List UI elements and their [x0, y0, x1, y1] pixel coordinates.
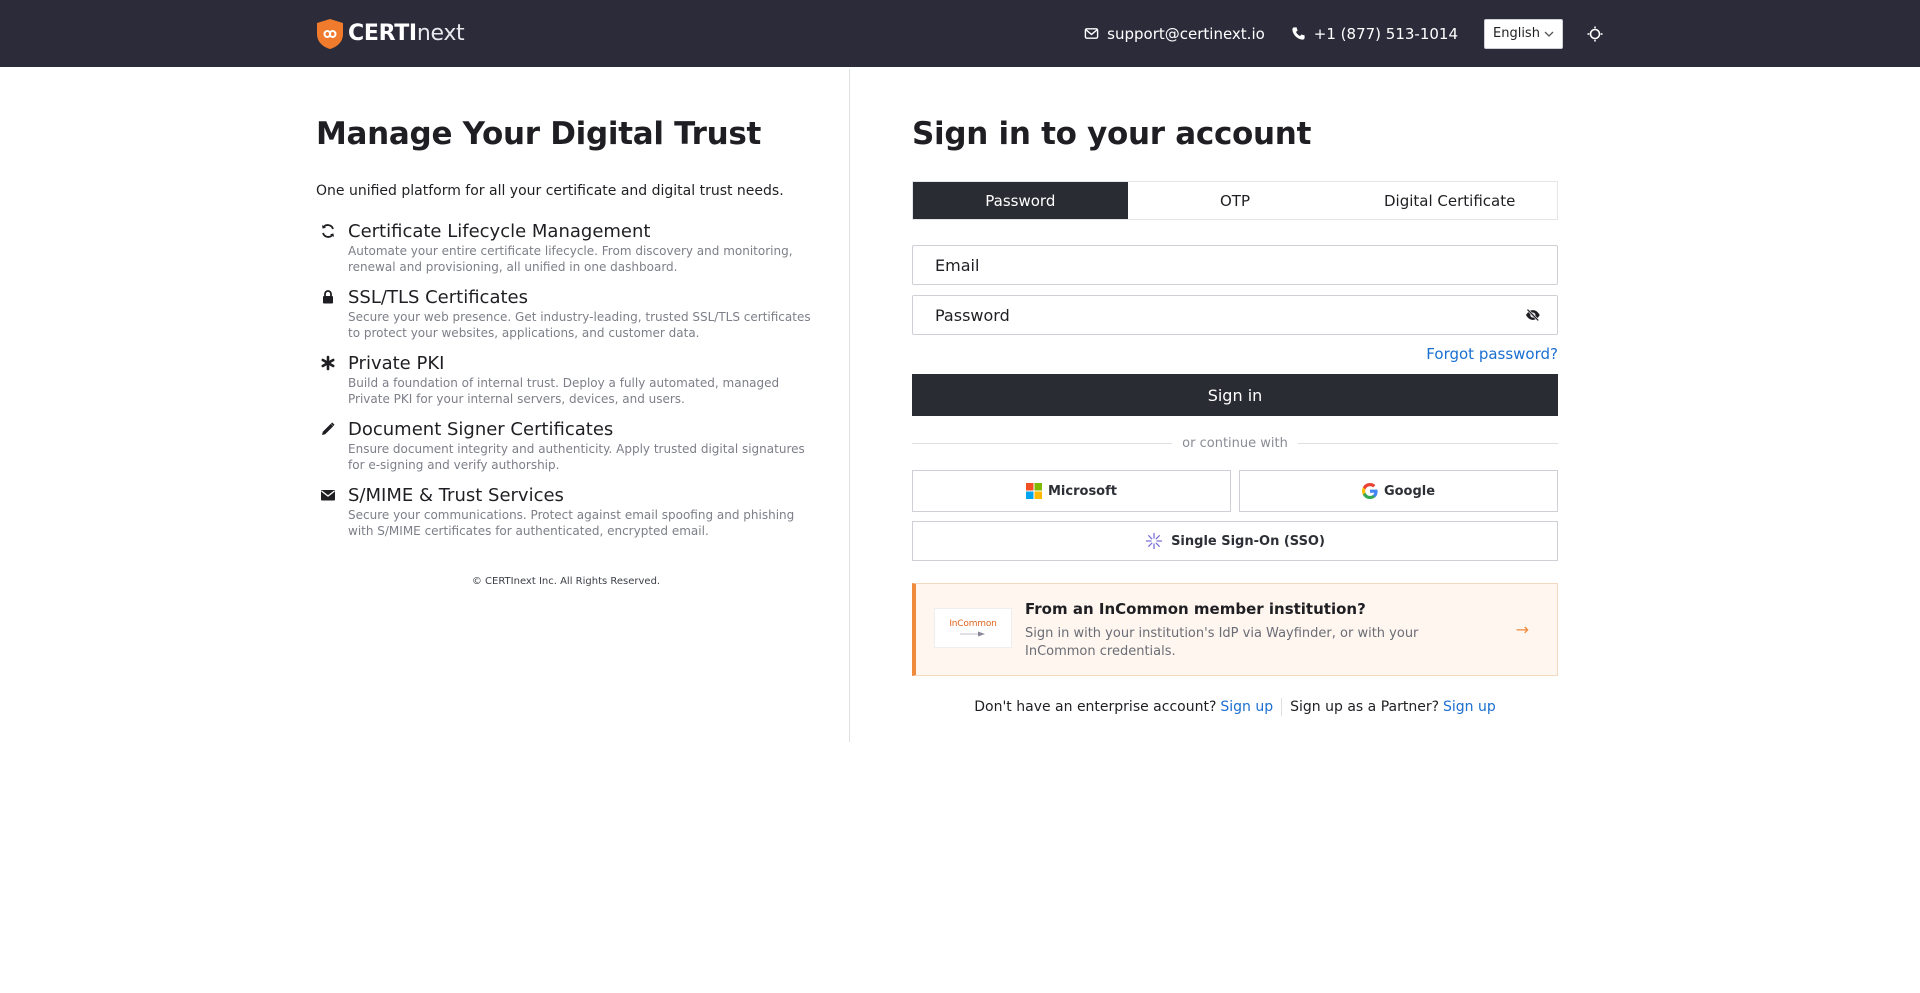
google-label: Google: [1383, 483, 1436, 499]
feature-title: Document Signer Certificates: [348, 419, 614, 440]
google-icon: [1361, 483, 1378, 499]
partner-signup-text: Sign up as a Partner?: [1290, 699, 1439, 715]
incommon-logo-text: InCommon: [949, 619, 997, 629]
sun-icon: [1587, 26, 1603, 41]
feature-item: Document Signer Certificates Ensure docu…: [316, 419, 816, 485]
header-inner: CERTInext support@certinext.io +1 (877) …: [316, 0, 1604, 67]
theme-toggle-button[interactable]: [1586, 25, 1604, 43]
tab-otp[interactable]: OTP: [1128, 182, 1343, 219]
brand-name-bold: CERTI: [348, 21, 417, 46]
brand-name-light: next: [416, 21, 465, 46]
partner-signup-link[interactable]: Sign up: [1443, 699, 1496, 715]
eye-slash-icon[interactable]: [1525, 307, 1541, 323]
tab-password[interactable]: Password: [913, 182, 1128, 219]
marketing-title: Manage Your Digital Trust: [316, 116, 762, 152]
language-select[interactable]: English: [1484, 18, 1563, 49]
support-phone-text: +1 (877) 513-1014: [1313, 24, 1458, 43]
arrow-right-icon: →: [1515, 620, 1529, 639]
incommon-title: From an InCommon member institution?: [1025, 600, 1366, 618]
enterprise-signup-link[interactable]: Sign up: [1220, 699, 1273, 715]
password-input[interactable]: [935, 305, 1526, 325]
pencil-icon: [322, 422, 335, 435]
microsoft-label: Microsoft: [1048, 483, 1117, 499]
email-field: [912, 245, 1558, 285]
microsoft-icon: [1026, 483, 1042, 499]
incommon-desc: Sign in with your institution's IdP via …: [1025, 626, 1419, 659]
feature-desc: Secure your communications. Protect agai…: [348, 508, 795, 538]
feature-title: Certificate Lifecycle Management: [348, 221, 651, 242]
feature-item: Private PKI Build a foundation of intern…: [316, 353, 816, 419]
microsoft-signin-button[interactable]: Microsoft: [912, 470, 1231, 512]
phone-icon: [1292, 27, 1305, 40]
language-value: English: [1493, 26, 1540, 41]
google-signin-button[interactable]: Google: [1239, 470, 1558, 512]
feature-item: Certificate Lifecycle Management Automat…: [316, 221, 816, 287]
or-divider: or continue with: [912, 435, 1559, 451]
feature-item: S/MIME & Trust Services Secure your comm…: [316, 485, 816, 551]
support-email-link[interactable]: support@certinext.io: [1084, 25, 1265, 43]
signup-separator: [1281, 698, 1283, 716]
signin-title: Sign in to your account: [912, 116, 1312, 152]
envelope-icon: [1084, 28, 1099, 39]
auth-method-tabs: Password OTP Digital Certificate: [912, 181, 1558, 220]
forgot-password-link[interactable]: Forgot password?: [1426, 345, 1558, 363]
feature-title: SSL/TLS Certificates: [348, 287, 528, 308]
sso-spark-icon: [1145, 532, 1163, 550]
feature-list: Certificate Lifecycle Management Automat…: [316, 221, 816, 551]
header-actions: support@certinext.io +1 (877) 513-1014 E…: [1084, 18, 1604, 49]
copyright-text: © CERTInext Inc. All Rights Reserved.: [471, 576, 661, 587]
feature-title: S/MIME & Trust Services: [348, 485, 564, 506]
feature-desc: Automate your entire certificate lifecyc…: [348, 244, 793, 274]
top-header: CERTInext support@certinext.io +1 (877) …: [0, 0, 1920, 67]
envelope-icon: [321, 490, 335, 501]
divider-line: [912, 442, 1173, 444]
brand-name: CERTInext: [348, 21, 465, 46]
shield-logo-icon: [317, 18, 343, 49]
plane-icon: [960, 631, 985, 637]
feature-item: SSL/TLS Certificates Secure your web pre…: [316, 287, 816, 353]
incommon-logo: InCommon: [934, 608, 1012, 648]
sso-label: Single Sign-On (SSO): [1171, 533, 1325, 549]
marketing-subtitle: One unified platform for all your certif…: [316, 183, 784, 199]
enterprise-signup-text: Don't have an enterprise account?: [974, 699, 1217, 715]
refresh-icon: [322, 224, 334, 238]
email-input[interactable]: [935, 255, 1535, 275]
lock-icon: [323, 290, 333, 304]
signup-row: Don't have an enterprise account? Sign u…: [912, 698, 1558, 716]
asterisk-icon: [321, 355, 335, 371]
divider-line: [1297, 442, 1559, 444]
tab-digital-certificate[interactable]: Digital Certificate: [1342, 182, 1557, 219]
support-phone-link[interactable]: +1 (877) 513-1014: [1291, 25, 1458, 43]
or-divider-text: or continue with: [1182, 435, 1288, 451]
signin-button[interactable]: Sign in: [912, 374, 1558, 416]
feature-desc: Build a foundation of internal trust. De…: [348, 376, 780, 406]
brand-logo[interactable]: CERTInext: [316, 18, 465, 50]
column-divider: [849, 69, 850, 742]
chevron-down-icon: [1544, 31, 1554, 37]
sso-signin-button[interactable]: Single Sign-On (SSO): [912, 521, 1558, 561]
feature-title: Private PKI: [348, 353, 445, 374]
support-email-text: support@certinext.io: [1107, 24, 1265, 43]
password-field: [912, 295, 1558, 335]
feature-desc: Secure your web presence. Get industry-l…: [348, 310, 811, 340]
feature-desc: Ensure document integrity and authentici…: [348, 442, 805, 472]
incommon-signin-card[interactable]: InCommon From an InCommon member institu…: [912, 583, 1558, 676]
